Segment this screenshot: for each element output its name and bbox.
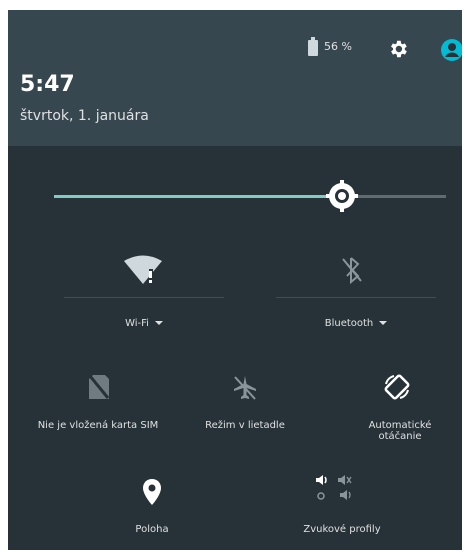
sound-profiles-label[interactable]: Zvukové profily (282, 524, 402, 535)
account-circle-icon[interactable] (440, 38, 462, 62)
location-pin-icon[interactable] (142, 478, 162, 506)
sound-profiles-icon[interactable] (312, 474, 352, 502)
wifi-off-icon[interactable] (122, 253, 164, 287)
screen-rotation-icon[interactable] (382, 372, 412, 402)
bluetooth-divider (276, 297, 436, 298)
location-label[interactable]: Poloha (92, 524, 212, 535)
notification-header: 56 % 5:47 štvrtok, 1. januára (8, 10, 462, 146)
sim-off-icon[interactable] (88, 374, 110, 400)
quick-settings-panel: 56 % 5:47 štvrtok, 1. januára Wi-Fi Blue… (8, 10, 462, 550)
chevron-down-icon (379, 321, 388, 325)
battery-percent: 56 % (324, 40, 352, 53)
wifi-divider (64, 297, 224, 298)
brightness-slider[interactable] (54, 195, 446, 198)
bluetooth-off-icon[interactable] (340, 256, 364, 284)
gear-icon[interactable] (387, 38, 409, 60)
sim-label[interactable]: Nie je vložená karta SIM (28, 420, 168, 431)
wifi-label[interactable]: Wi-Fi (64, 318, 224, 329)
brightness-slider-fill (54, 195, 337, 198)
clock-time: 5:47 (20, 72, 75, 97)
airplane-label[interactable]: Režim v lietadle (174, 420, 316, 431)
brightness-icon[interactable] (326, 180, 358, 212)
airplane-icon[interactable] (232, 374, 258, 402)
clock-date: štvrtok, 1. januára (20, 108, 149, 124)
chevron-down-icon (154, 321, 163, 325)
bluetooth-label[interactable]: Bluetooth (276, 318, 436, 329)
auto-rotate-label[interactable]: Automatické otáčanie (348, 420, 452, 442)
battery-icon (308, 37, 318, 56)
